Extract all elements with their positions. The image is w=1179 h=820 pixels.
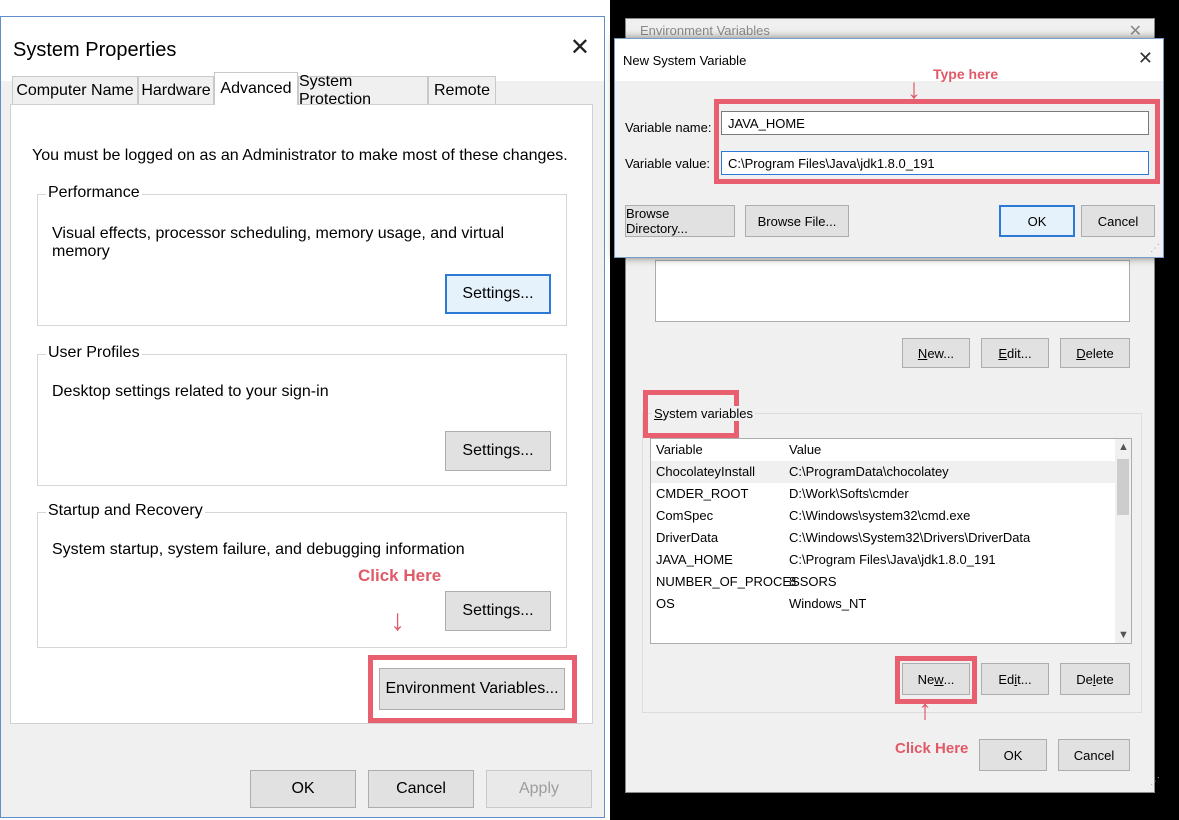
user-variables-list[interactable] bbox=[655, 260, 1130, 322]
dialog-title: New System Variable bbox=[623, 53, 747, 68]
close-icon[interactable]: ✕ bbox=[1138, 48, 1153, 69]
tab-computer-name[interactable]: Computer Name bbox=[12, 76, 138, 104]
access-key: E bbox=[998, 345, 1008, 361]
button-text: ete bbox=[1095, 671, 1114, 687]
value-cell: C:\ProgramData\chocolatey bbox=[789, 464, 949, 479]
ok-button[interactable]: OK bbox=[250, 770, 356, 808]
column-header-variable[interactable]: Variable bbox=[656, 442, 703, 457]
variable-cell: JAVA_HOME bbox=[656, 552, 733, 567]
variable-cell: NUMBER_OF_PROCESSORS bbox=[656, 574, 837, 589]
value-cell: C:\Program Files\Java\jdk1.8.0_191 bbox=[789, 552, 996, 567]
access-key: S bbox=[654, 406, 663, 421]
user-edit-button[interactable]: Edit... bbox=[981, 338, 1049, 368]
table-row[interactable]: NUMBER_OF_PROCESSORS 8 bbox=[651, 571, 1117, 593]
variable-name-label: Variable name: bbox=[625, 120, 712, 135]
access-key: N bbox=[917, 345, 928, 361]
title-bar[interactable]: New System Variable ✕ bbox=[615, 39, 1163, 81]
table-scrollbar[interactable]: ▲ ▼ bbox=[1115, 439, 1131, 643]
table-header: Variable Value bbox=[651, 439, 1117, 462]
access-key: w bbox=[934, 671, 944, 687]
button-text: ... bbox=[943, 671, 955, 687]
value-cell: Windows_NT bbox=[789, 596, 867, 611]
user-profiles-settings-button[interactable]: Settings... bbox=[445, 431, 551, 471]
performance-label: Performance bbox=[46, 184, 142, 202]
variable-cell: ChocolateyInstall bbox=[656, 464, 755, 479]
performance-description: Visual effects, processor scheduling, me… bbox=[52, 225, 505, 260]
highlight-box-variable-fields bbox=[714, 99, 1160, 184]
click-here-annotation-left: Click Here bbox=[358, 566, 442, 585]
startup-recovery-settings-button[interactable]: Settings... bbox=[445, 591, 551, 631]
table-row[interactable]: ComSpec C:\Windows\system32\cmd.exe bbox=[651, 505, 1117, 527]
scrollbar-thumb[interactable] bbox=[1117, 459, 1129, 515]
system-delete-button[interactable]: De l ete bbox=[1060, 663, 1130, 695]
environment-cancel-button[interactable]: Cancel bbox=[1058, 739, 1130, 771]
arrow-down-icon: ↓ bbox=[907, 73, 921, 104]
startup-recovery-label: Startup and Recovery bbox=[46, 502, 205, 520]
button-text: t... bbox=[1017, 671, 1032, 687]
button-text: dit... bbox=[1007, 345, 1032, 361]
access-key: D bbox=[1076, 345, 1086, 361]
arrow-up-icon: ↑ bbox=[918, 694, 932, 725]
table-row[interactable]: ChocolateyInstall C:\ProgramData\chocola… bbox=[651, 461, 1117, 483]
variable-cell: CMDER_ROOT bbox=[656, 486, 749, 501]
title-bar[interactable]: System Properties ✕ bbox=[1, 17, 604, 81]
tab-system-protection[interactable]: System Protection bbox=[298, 73, 428, 108]
apply-button[interactable]: Apply bbox=[486, 770, 592, 808]
tab-advanced[interactable]: Advanced bbox=[214, 72, 298, 105]
button-text: De bbox=[1076, 671, 1093, 687]
window-title: System Properties bbox=[13, 39, 177, 61]
user-profiles-description: Desktop settings related to your sign-in bbox=[52, 383, 329, 400]
new-variable-cancel-button[interactable]: Cancel bbox=[1081, 205, 1155, 237]
variable-cell: OS bbox=[656, 596, 675, 611]
label-text: ystem variables bbox=[662, 406, 753, 421]
cancel-button[interactable]: Cancel bbox=[368, 770, 474, 808]
environment-variables-button[interactable]: Environment Variables... bbox=[379, 668, 565, 710]
variable-value-label: Variable value: bbox=[625, 156, 711, 171]
arrow-down-icon: ↓ bbox=[390, 604, 405, 637]
tab-remote[interactable]: Remote bbox=[428, 76, 496, 104]
system-new-button[interactable]: Ne w... bbox=[902, 663, 970, 695]
environment-ok-button[interactable]: OK bbox=[979, 739, 1047, 771]
table-row[interactable]: JAVA_HOME C:\Program Files\Java\jdk1.8.0… bbox=[651, 549, 1117, 571]
resize-grip-icon[interactable]: ⋰ bbox=[1150, 776, 1160, 787]
table-row[interactable]: OS Windows_NT bbox=[651, 593, 1117, 615]
new-variable-ok-button[interactable]: OK bbox=[999, 205, 1075, 237]
admin-note: You must be logged on as an Administrato… bbox=[32, 147, 568, 164]
new-system-variable-dialog: New System Variable ✕ Variable name: JAV… bbox=[614, 38, 1164, 258]
window-title: Environment Variables bbox=[640, 23, 770, 38]
user-new-button[interactable]: New... bbox=[902, 338, 970, 368]
value-cell: C:\Windows\system32\cmd.exe bbox=[789, 508, 971, 523]
system-variables-table[interactable]: Variable Value ChocolateyInstall C:\Prog… bbox=[650, 438, 1132, 644]
close-icon[interactable]: ✕ bbox=[570, 33, 590, 62]
chevron-up-icon[interactable]: ▲ bbox=[1118, 441, 1129, 453]
user-profiles-label: User Profiles bbox=[46, 344, 142, 362]
system-edit-button[interactable]: Ed i t... bbox=[981, 663, 1049, 695]
system-variables-label: System variables bbox=[652, 406, 755, 421]
value-cell: D:\Work\Softs\cmder bbox=[789, 486, 909, 501]
performance-settings-button[interactable]: Settings... bbox=[445, 274, 551, 314]
value-cell: 8 bbox=[789, 574, 797, 589]
button-text: Ed bbox=[998, 671, 1015, 687]
button-text: elete bbox=[1085, 345, 1114, 361]
browse-directory-button[interactable]: Browse Directory... bbox=[625, 205, 735, 237]
click-here-annotation-right: Click Here bbox=[895, 740, 969, 757]
chevron-down-icon[interactable]: ▼ bbox=[1118, 629, 1129, 641]
type-here-annotation: Type here bbox=[933, 66, 999, 82]
table-row[interactable]: CMDER_ROOT D:\Work\Softs\cmder bbox=[651, 483, 1117, 505]
resize-grip-icon[interactable]: ⋰ bbox=[1150, 243, 1160, 254]
startup-recovery-description: System startup, system failure, and debu… bbox=[52, 541, 465, 558]
browse-file-button[interactable]: Browse File... bbox=[745, 205, 849, 237]
column-header-value[interactable]: Value bbox=[789, 442, 821, 457]
user-delete-button[interactable]: Delete bbox=[1060, 338, 1130, 368]
variable-cell: ComSpec bbox=[656, 508, 714, 523]
tab-hardware[interactable]: Hardware bbox=[138, 76, 214, 104]
table-row[interactable]: DriverData C:\Windows\System32\Drivers\D… bbox=[651, 527, 1117, 549]
variable-cell: DriverData bbox=[656, 530, 719, 545]
button-text: Ne bbox=[917, 671, 935, 687]
value-cell: C:\Windows\System32\Drivers\DriverData bbox=[789, 530, 1031, 545]
button-text: ew... bbox=[927, 345, 955, 361]
